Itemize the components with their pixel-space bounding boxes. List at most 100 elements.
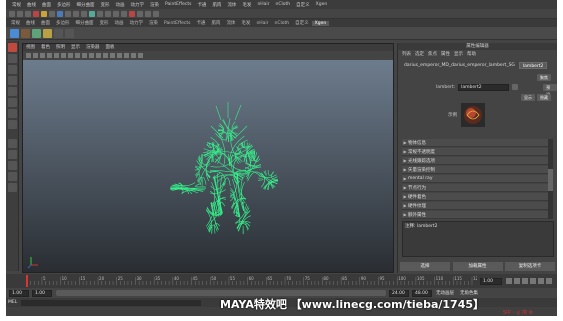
ae-menu-item-5[interactable]: 帮助 <box>465 51 478 57</box>
command-language-label[interactable]: MEL <box>8 300 17 305</box>
attribute-editor-icon[interactable] <box>153 10 159 17</box>
command-input[interactable] <box>21 299 202 306</box>
play-forward-icon[interactable] <box>530 278 536 284</box>
persp-outliner-layout-icon[interactable] <box>7 161 17 170</box>
shelf-tab-7[interactable]: 动力学 <box>127 20 147 26</box>
xray-icon[interactable] <box>131 53 136 58</box>
smooth-shade-icon[interactable] <box>103 53 108 58</box>
menu-item-16[interactable]: 自定义 <box>293 2 313 8</box>
focus-button[interactable]: 聚焦 <box>537 73 551 81</box>
shelf-tab-9[interactable]: PaintEffects <box>161 21 193 26</box>
snap-curve-icon[interactable] <box>65 10 71 17</box>
menu-item-13[interactable]: 毛发 <box>239 2 254 8</box>
scrollbar-thumb[interactable] <box>548 169 553 191</box>
menu-item-17[interactable]: Xgen <box>313 2 331 7</box>
shelf-tab-8[interactable]: 渲染 <box>146 20 161 26</box>
persp-graph-layout-icon[interactable] <box>7 172 17 181</box>
time-slider[interactable]: 5 10 15 20 25 30 35 40 45 50 55 60 65 70 75 80 85 90 95 100… <box>6 274 557 288</box>
shelf-cube-icon[interactable] <box>21 28 30 38</box>
shelf-tab-4[interactable]: 细分曲面 <box>73 20 97 26</box>
attribute-section-6[interactable]: ▶ 硬件着色 <box>402 193 550 201</box>
show-button[interactable]: 显示 <box>521 93 535 101</box>
snap-grid-icon[interactable] <box>57 10 63 17</box>
shelf-tab-0[interactable]: 常规 <box>8 20 23 26</box>
render-settings-icon[interactable] <box>113 10 119 17</box>
gate-mask-icon[interactable] <box>75 53 80 58</box>
paint-select-tool-icon[interactable] <box>7 65 17 74</box>
shelf-tab-11[interactable]: 肌肉 <box>208 20 223 26</box>
shelf-tab-16[interactable]: 自定义 <box>292 20 312 26</box>
shadows-icon[interactable] <box>124 53 129 58</box>
current-time-marker[interactable] <box>26 275 28 287</box>
channel-box-icon[interactable] <box>137 10 143 17</box>
shelf-tab-2[interactable]: 曲面 <box>38 20 53 26</box>
node-tab-lambert2[interactable]: lambert2 <box>518 62 548 69</box>
bookmark-icon[interactable] <box>40 53 45 58</box>
viewport-menu-item-4[interactable]: 渲染器 <box>83 44 103 51</box>
viewport-menu-item-1[interactable]: 着色 <box>38 44 53 51</box>
new-scene-icon[interactable] <box>9 10 15 17</box>
go-to-input-icon[interactable] <box>512 84 519 90</box>
camera-select-icon[interactable] <box>26 53 31 58</box>
ae-menu-item-2[interactable]: 焦点 <box>426 51 439 57</box>
menu-item-10[interactable]: 卡通 <box>194 2 209 8</box>
select-tool-icon[interactable] <box>7 43 17 52</box>
timeline-ruler[interactable]: 5 10 15 20 25 30 35 40 45 50 55 60 65 70 75 80 85 90 95 100… <box>24 274 477 288</box>
last-tool-icon[interactable] <box>7 120 17 129</box>
film-gate-icon[interactable] <box>61 53 66 58</box>
menu-item-14[interactable]: nHair <box>254 2 272 7</box>
shelf-tab-5[interactable]: 变形 <box>97 20 112 26</box>
type-field[interactable]: lambert2 <box>458 83 510 91</box>
viewport-menu-item-0[interactable]: 视图 <box>23 44 38 51</box>
shelf-cylinder-icon[interactable] <box>32 28 41 38</box>
textured-icon[interactable] <box>110 53 115 58</box>
resolution-gate-icon[interactable] <box>68 53 73 58</box>
current-frame-field[interactable]: 1.00 <box>480 277 502 285</box>
ae-menu-item-0[interactable]: 列表 <box>400 51 413 57</box>
wireframe-icon[interactable] <box>96 53 101 58</box>
menu-item-15[interactable]: nCloth <box>273 2 294 7</box>
select-button[interactable]: 选择 <box>400 262 450 271</box>
grid-toggle-icon[interactable] <box>54 53 59 58</box>
four-view-layout-icon[interactable] <box>7 150 17 159</box>
lighting-icon[interactable] <box>117 53 122 58</box>
ae-menu-item-4[interactable]: 显示 <box>452 51 465 57</box>
safe-action-icon[interactable] <box>89 53 94 58</box>
shelf-tab-15[interactable]: nCloth <box>272 21 293 26</box>
ipr-render-icon[interactable] <box>105 10 111 17</box>
shelf-tab-3[interactable]: 多边形 <box>53 20 73 26</box>
shelf-tab-13[interactable]: 毛发 <box>238 20 253 26</box>
playback-start-field[interactable]: 1.00 <box>32 289 52 297</box>
snap-point-icon[interactable] <box>73 10 79 17</box>
shelf-cone-icon[interactable] <box>65 28 74 38</box>
menu-item-5[interactable]: 变形 <box>98 2 113 8</box>
start-time-field[interactable]: 1.00 <box>9 289 29 297</box>
node-path[interactable]: darius_emperor_MD_darius_emperor_lambert… <box>404 63 515 68</box>
hide-button[interactable]: 隐藏 <box>537 93 551 101</box>
menu-item-8[interactable]: 渲染 <box>147 2 162 8</box>
shelf-tab-17[interactable]: Xgen <box>311 20 330 26</box>
attribute-scrollbar[interactable] <box>548 139 553 219</box>
viewport-menu-item-3[interactable]: 显示 <box>68 44 83 51</box>
menu-item-6[interactable]: 动画 <box>113 2 128 8</box>
isolate-select-icon[interactable] <box>138 53 143 58</box>
move-tool-icon[interactable] <box>7 76 17 85</box>
viewport-menu-item-5[interactable]: 面板 <box>103 44 118 51</box>
notes-area[interactable]: 注释: lambert2 <box>402 221 554 257</box>
single-perspective-layout-icon[interactable] <box>7 139 17 148</box>
menu-item-3[interactable]: 多边形 <box>54 2 74 8</box>
lasso-tool-icon[interactable] <box>7 54 17 63</box>
menu-item-9[interactable]: PaintEffects <box>162 2 194 7</box>
field-chart-icon[interactable] <box>82 53 87 58</box>
hypershade-icon[interactable] <box>121 10 127 17</box>
shelf-tab-1[interactable]: 曲线 <box>23 20 38 26</box>
menu-item-1[interactable]: 曲线 <box>24 2 39 8</box>
shelf-tab-14[interactable]: nHair <box>253 21 271 26</box>
ae-menu-item-1[interactable]: 选定 <box>413 51 426 57</box>
shelf-tab-12[interactable]: 流体 <box>223 20 238 26</box>
image-plane-icon[interactable] <box>47 53 52 58</box>
attribute-section-4[interactable]: ▶ mental ray <box>402 175 550 183</box>
shelf-sphere-icon[interactable] <box>10 28 19 38</box>
tool-settings-icon[interactable] <box>145 10 151 17</box>
viewport-menu-item-2[interactable]: 照明 <box>53 44 68 51</box>
